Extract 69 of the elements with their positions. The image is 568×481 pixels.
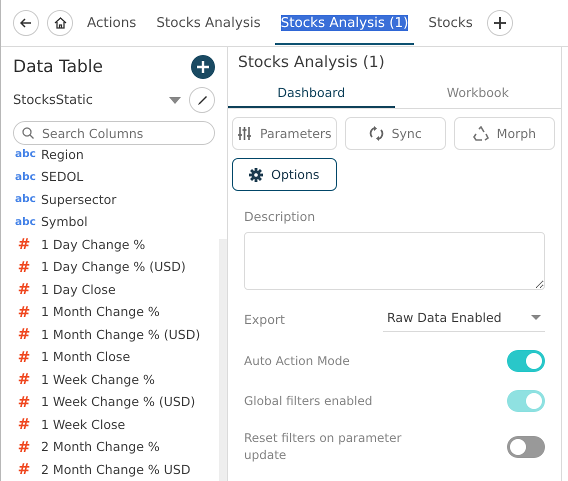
data-source-name: StocksStatic (13, 92, 94, 108)
toggle-label: Global filters enabled (244, 392, 374, 410)
tab[interactable]: Actions (81, 1, 142, 45)
add-tab-button[interactable] (486, 10, 513, 36)
number-type-icon: # (15, 235, 33, 254)
column-item[interactable]: abc Symbol (1, 210, 219, 233)
options-button[interactable]: Options (232, 158, 337, 191)
tab[interactable]: Workbook (394, 79, 561, 108)
arrow-left-icon (20, 18, 32, 28)
scrollbar[interactable] (219, 239, 227, 481)
number-type-icon: # (15, 348, 33, 366)
dashboard-title: Stocks Analysis (1) (237, 52, 386, 71)
morph-button[interactable]: Morph (454, 117, 555, 150)
tab[interactable]: Stocks Analysis (1) (274, 1, 414, 45)
column-item[interactable]: # 1 Week Close (1, 413, 219, 436)
column-item[interactable]: # 1 Day Change % (USD) (1, 256, 219, 278)
tab[interactable]: Dashboard (228, 79, 394, 108)
recycle-icon (472, 126, 489, 142)
export-label: Export (244, 312, 285, 326)
number-type-icon: # (15, 392, 33, 411)
description-label: Description (244, 209, 316, 224)
column-item[interactable]: # 1 Day Close (1, 278, 219, 300)
column-item[interactable]: # 2 Month Change % (1, 436, 219, 458)
number-type-icon: # (15, 415, 33, 434)
description-field[interactable] (244, 232, 545, 290)
add-button[interactable] (191, 55, 215, 79)
column-item[interactable]: # 1 Month Change % (1, 300, 219, 323)
text-type-icon: abc (15, 216, 33, 228)
text-type-icon: abc (15, 193, 33, 206)
plus-icon (197, 61, 209, 73)
column-item[interactable]: # 1 Month Change % (USD) (1, 323, 219, 346)
number-type-icon: # (15, 370, 33, 388)
dropdown-caret-icon[interactable] (169, 96, 181, 104)
sync-button[interactable]: Sync (344, 117, 446, 150)
number-type-icon: # (15, 258, 33, 276)
column-item[interactable]: # 2 Month Change % USD (1, 458, 219, 480)
edit-button[interactable] (189, 87, 215, 113)
column-item[interactable]: abc SEDOL (1, 166, 219, 188)
toggle-label: Reset filters on parameter update (244, 430, 402, 464)
number-type-icon: # (15, 460, 33, 478)
search-field[interactable]: Search Columns (13, 121, 215, 145)
parameters-button[interactable]: Parameters (232, 117, 337, 150)
gear-icon (249, 168, 264, 182)
toggle-switch[interactable] (507, 350, 545, 372)
back-button[interactable] (13, 10, 39, 36)
column-item[interactable]: # 1 Week Change % (USD) (1, 390, 219, 413)
number-type-icon: # (15, 280, 33, 298)
toggle-switch[interactable] (507, 436, 545, 458)
text-type-icon: abc (15, 149, 33, 160)
home-icon (54, 17, 66, 29)
text-type-icon: abc (15, 170, 33, 183)
panel-title: Data Table (13, 57, 103, 77)
number-type-icon: # (15, 325, 33, 344)
column-item[interactable]: abc Region (1, 149, 219, 166)
toggle-label: Auto Action Mode (244, 352, 351, 370)
column-item[interactable]: abc Supersector (1, 188, 219, 210)
sliders-icon (237, 126, 252, 141)
column-item[interactable]: # 1 Week Change % (1, 368, 219, 390)
number-type-icon: # (15, 438, 33, 456)
tab[interactable]: Stocks (422, 1, 479, 45)
column-item[interactable]: # 1 Month Close (1, 346, 219, 368)
number-type-icon: # (15, 302, 33, 321)
plus-icon (494, 17, 506, 29)
sync-icon (368, 126, 384, 141)
tab[interactable]: Stocks Analysis (150, 1, 267, 45)
pencil-icon (196, 94, 208, 106)
export-dropdown[interactable]: Raw Data Enabled (383, 306, 545, 332)
column-item[interactable]: # 1 Day Change % (1, 233, 219, 256)
home-button[interactable] (47, 10, 73, 36)
